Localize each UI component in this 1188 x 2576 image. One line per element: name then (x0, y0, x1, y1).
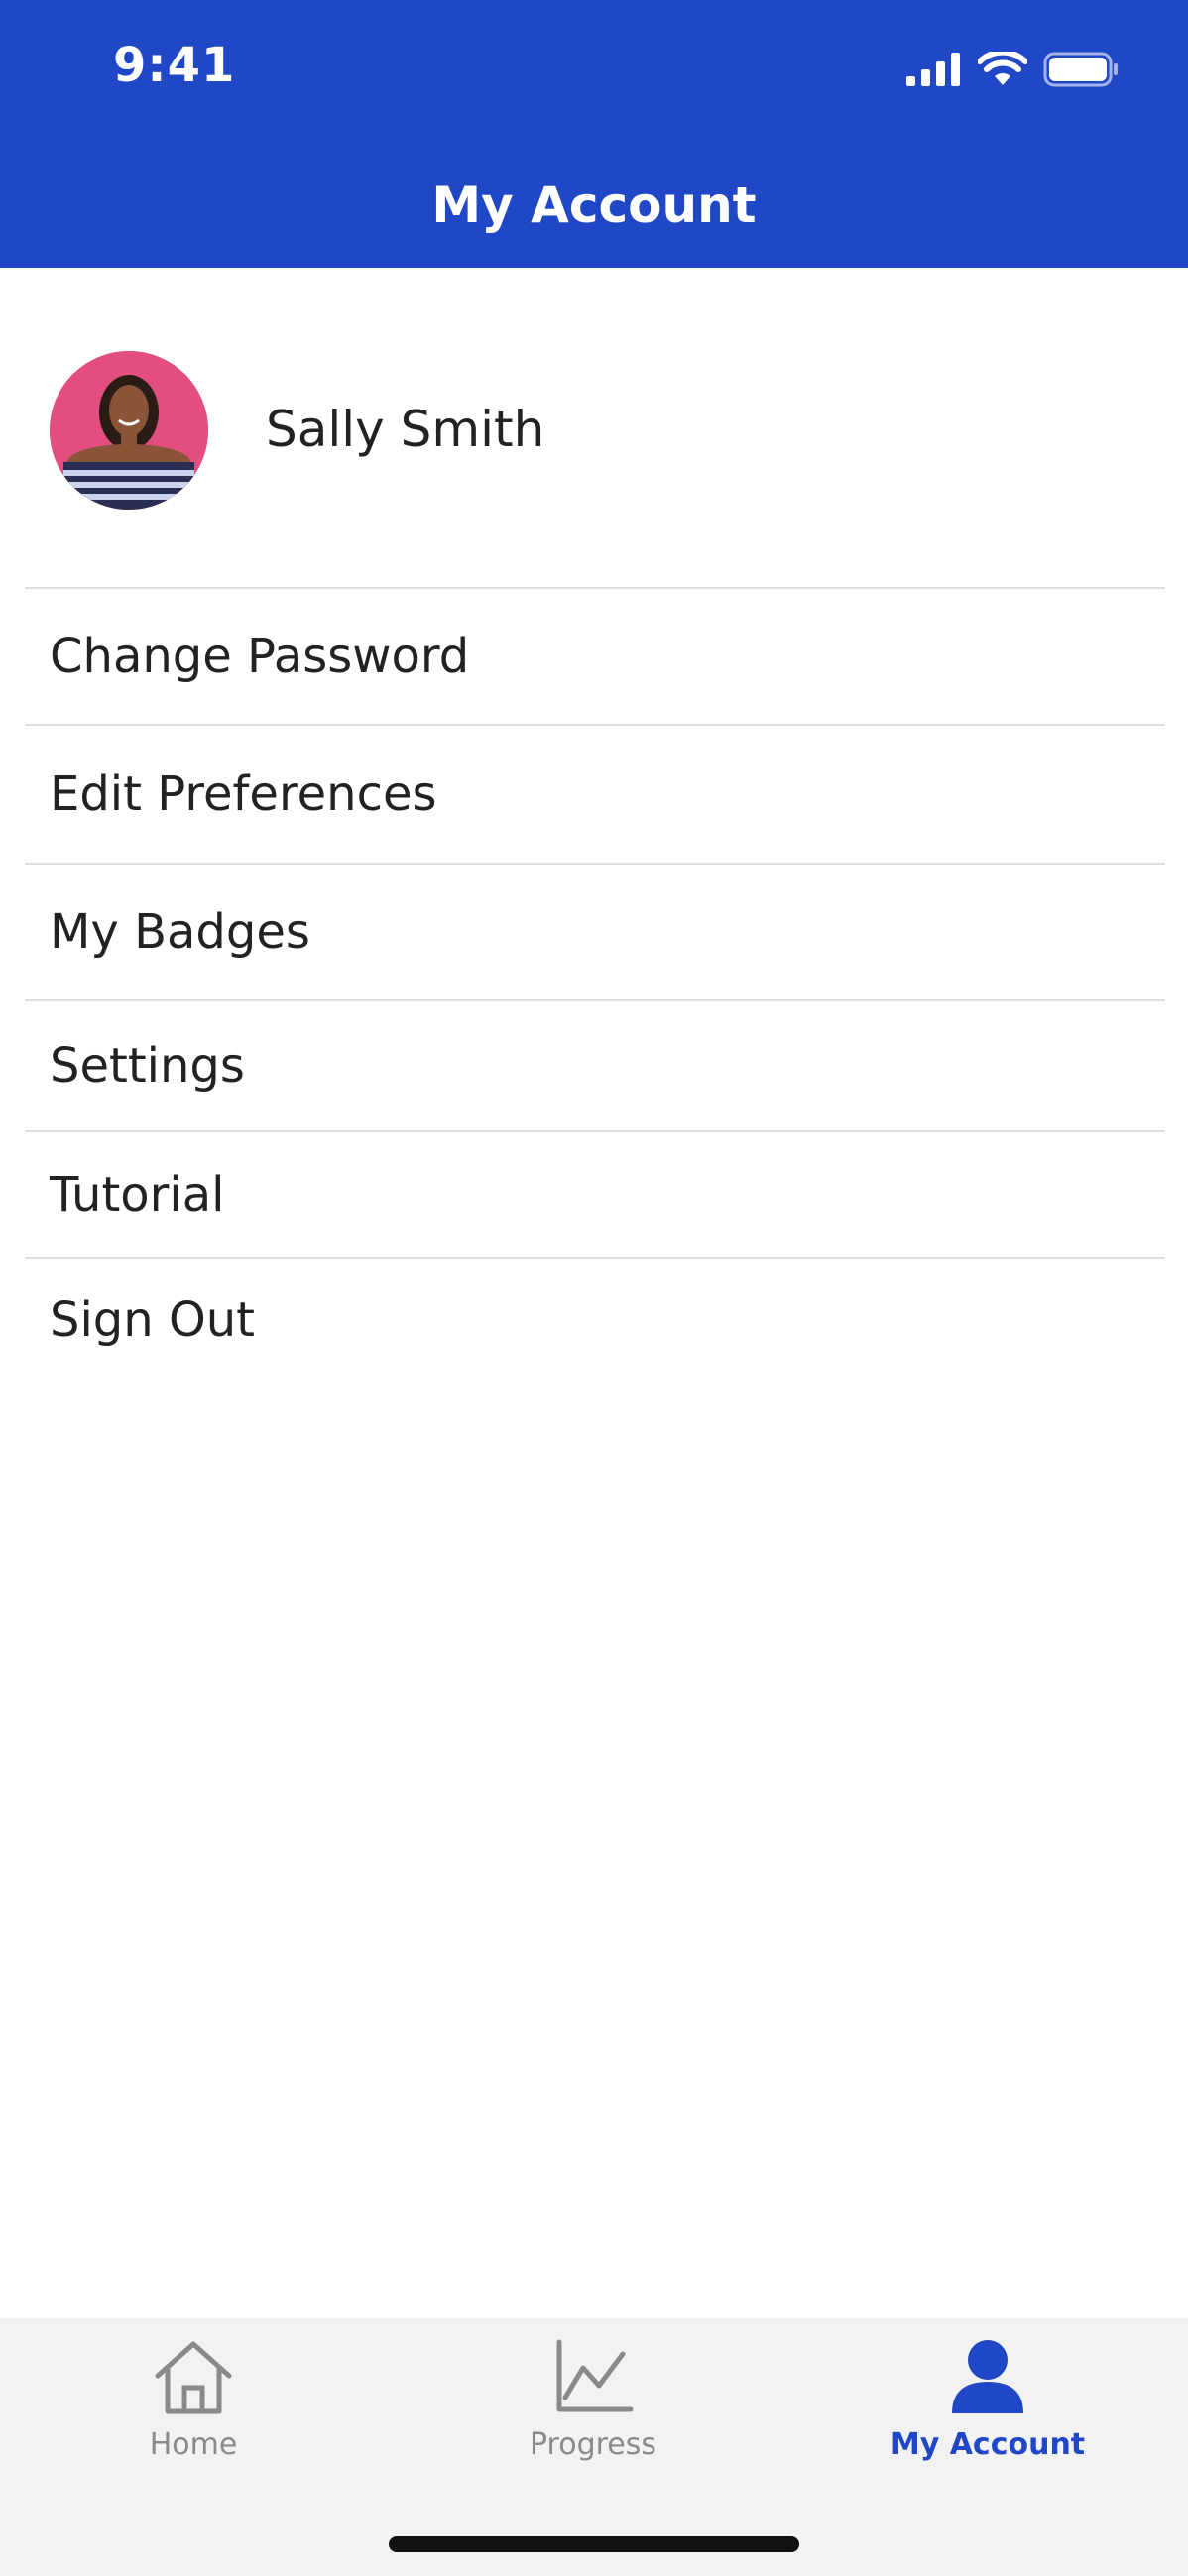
menu-item-edit-preferences[interactable]: Edit Preferences (25, 724, 1165, 863)
tab-my-account[interactable]: My Account (859, 2338, 1117, 2462)
avatar[interactable] (50, 351, 208, 510)
tab-home-label: Home (149, 2427, 238, 2462)
header-bar: 9:41 My Account (0, 0, 1188, 268)
tab-progress-label: Progress (529, 2427, 657, 2462)
tab-home[interactable]: Home (64, 2338, 322, 2462)
menu-item-my-badges[interactable]: My Badges (25, 863, 1165, 999)
tab-my-account-label: My Account (890, 2427, 1086, 2462)
battery-icon (1043, 52, 1119, 92)
status-icons (906, 49, 1119, 92)
chart-icon (464, 2338, 722, 2415)
profile-section: Sally Smith (0, 349, 1188, 512)
menu-item-sign-out[interactable]: Sign Out (25, 1257, 1165, 1380)
menu-item-settings[interactable]: Settings (25, 999, 1165, 1130)
page-title: My Account (431, 176, 757, 234)
screen: 9:41 My Account Sally Smith Change Passw… (0, 0, 1188, 2576)
menu-item-tutorial[interactable]: Tutorial (25, 1130, 1165, 1257)
user-icon (859, 2338, 1117, 2415)
signal-icon (906, 52, 962, 91)
home-icon (64, 2338, 322, 2415)
account-menu: Change Password Edit Preferences My Badg… (25, 587, 1165, 1380)
profile-name: Sally Smith (266, 401, 545, 458)
tab-progress[interactable]: Progress (464, 2338, 722, 2462)
menu-item-change-password[interactable]: Change Password (25, 587, 1165, 724)
status-time: 9:41 (113, 38, 236, 93)
wifi-icon (977, 49, 1028, 92)
home-indicator (389, 2536, 799, 2552)
